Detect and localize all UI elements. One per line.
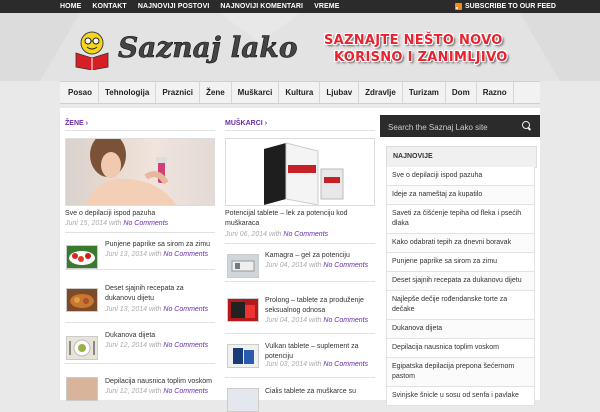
thumb-dukanova-recepti[interactable] (66, 288, 98, 312)
divider (225, 377, 375, 378)
post-title[interactable]: Prolong – tablete za produženje seksualn… (265, 296, 375, 316)
woman-photo (86, 133, 176, 205)
comments-link[interactable]: No Comments (283, 231, 328, 238)
featured-title-mid[interactable]: Potencijal tablete – lek za potenciju ko… (225, 209, 375, 229)
thumb-prolong[interactable] (227, 298, 259, 322)
thumb-kamagra[interactable] (227, 254, 259, 278)
nav-kultura[interactable]: Kultura (279, 82, 321, 103)
nav-razno[interactable]: Razno (477, 82, 514, 103)
divider (65, 322, 215, 323)
subscribe-label: SUBSCRIBE TO OUR FEED (465, 3, 556, 10)
divider (225, 243, 375, 244)
nav-tehnologija[interactable]: Tehnologija (99, 82, 157, 103)
recent-post-item[interactable]: Egipatska depilacija prepona šećernom pa… (386, 358, 535, 387)
arrow-right-icon: › (85, 120, 88, 127)
post-title[interactable]: Vulkan tablete – suplement za potenciju (265, 342, 375, 362)
topnav-najnoviji-postovi[interactable]: NAJNOVIJI POSTOVI (138, 0, 210, 13)
recent-post-item[interactable]: Svinjske šnicle u sosu od senfa i pavlak… (386, 387, 535, 406)
comments-link[interactable]: No Comments (123, 220, 168, 227)
arrow-right-icon: › (264, 120, 268, 127)
recent-post-item[interactable]: Najlepše dečije rođendanske torte za deč… (386, 291, 535, 320)
recent-post-item[interactable]: Deset sjajnih recepata za dukanovu dijet… (386, 272, 535, 291)
recent-post-item[interactable]: Dukanova dijeta (386, 320, 535, 339)
section-heading-muskarci[interactable]: MUŠKARCI › (225, 120, 267, 127)
tagline-line-2: KORISNO I ZANIMLJIVO (334, 50, 508, 65)
tagline-line-1: SAZNAJTE NEŠTO NOVO (324, 33, 503, 48)
thumb-depilacija-nausnica[interactable] (66, 377, 98, 401)
nav-dom[interactable]: Dom (446, 82, 477, 103)
featured-meta-left: Juni 15, 2014 with No Comments (65, 220, 169, 227)
divider (225, 333, 375, 334)
recent-post-item[interactable]: Saveti za čišćenje tepiha od fleka i pse… (386, 205, 535, 234)
rss-icon (455, 3, 462, 10)
divider (65, 363, 215, 364)
nav-posao[interactable]: Posao (60, 82, 100, 103)
nav-praznici[interactable]: Praznici (156, 82, 200, 103)
topnav-home[interactable]: HOME (60, 0, 81, 13)
post-title[interactable]: Deset sjajnih recepata za dukanovu dijet… (105, 284, 215, 304)
search-box (380, 115, 540, 137)
post-title[interactable]: Cialis tablete za muškarce su (265, 387, 375, 397)
recent-post-item[interactable]: Punjene paprike sa sirom za zimu (386, 253, 535, 272)
divider (65, 232, 215, 233)
featured-meta-mid: Juni 06, 2014 with No Comments (225, 231, 329, 238)
nav-muskarci[interactable]: Muškarci (232, 82, 280, 103)
divider (225, 281, 375, 282)
sidebar-heading-box: NAJNOVIJE (386, 146, 537, 168)
post-title[interactable]: Punjene paprike sa sirom za zimu (105, 240, 215, 250)
subscribe-link[interactable]: SUBSCRIBE TO OUR FEED (455, 0, 556, 13)
post-meta: Juni 13, 2014 with No Comments (105, 251, 209, 258)
thumb-dukanova-dijeta[interactable] (66, 336, 98, 360)
divider (225, 130, 375, 131)
featured-title-left[interactable]: Sve o depilaciji ispod pazuha (65, 209, 215, 219)
nav-zdravlje[interactable]: Zdravlje (359, 82, 403, 103)
recent-post-item[interactable]: Ideje za nameštaj za kupatilo (386, 186, 535, 205)
post-meta: Juni 12, 2014 with No Comments (105, 388, 209, 395)
post-title[interactable]: Dukanova dijeta (105, 331, 215, 341)
product-box-photo (226, 139, 374, 206)
recent-post-item[interactable]: Sve o depilaciji ispod pazuha (386, 167, 535, 186)
recent-post-item[interactable]: Depilacija nausnica toplim voskom (386, 339, 535, 358)
post-meta: Juni 03, 2014 with No Comments (265, 361, 369, 368)
main-navigation: Posao Tehnologija Praznici Žene Muškarci… (60, 81, 540, 104)
topnav-vreme[interactable]: VREME (314, 0, 339, 13)
thumb-vulkan[interactable] (227, 344, 259, 368)
post-meta: Juni 13, 2014 with No Comments (105, 306, 209, 313)
divider (65, 130, 215, 131)
search-input[interactable] (386, 118, 520, 136)
site-logo[interactable]: Saznaj lako (70, 27, 315, 70)
logo-text: Saznaj lako (118, 31, 298, 64)
site-tagline: SAZNAJTE NEŠTO NOVO KORISNO I ZANIMLJIVO (322, 33, 532, 69)
post-meta: Juni 12, 2014 with No Comments (105, 342, 209, 349)
post-meta: Juni 04, 2014 with No Comments (265, 317, 369, 324)
nav-ljubav[interactable]: Ljubav (320, 82, 360, 103)
top-navigation: HOME KONTAKT NAJNOVIJI POSTOVI NAJNOVIJI… (60, 0, 350, 13)
post-title[interactable]: Kamagra – gel za potenciju (265, 251, 375, 261)
featured-image-depilacija[interactable] (65, 133, 215, 206)
post-meta: Juni 04, 2014 with No Comments (265, 262, 369, 269)
divider (65, 269, 215, 270)
sidebar-heading: NAJNOVIJE (393, 153, 433, 160)
nav-zene[interactable]: Žene (200, 82, 232, 103)
nav-turizam[interactable]: Turizam (403, 82, 446, 103)
topnav-najnoviji-komentari[interactable]: NAJNOVIJI KOMENTARI (220, 0, 303, 13)
featured-image-potencijal[interactable] (225, 138, 375, 206)
thumb-cialis[interactable] (227, 388, 259, 412)
topnav-kontakt[interactable]: KONTAKT (92, 0, 126, 13)
recent-post-item[interactable]: Kako odabrati tepih za dnevni boravak (386, 234, 535, 253)
recent-posts-list: Sve o depilaciji ispod pazuha Ideje za n… (386, 167, 535, 406)
section-heading-zene[interactable]: ŽENE › (65, 120, 88, 127)
post-title[interactable]: Depilacija nausnica toplim voskom (105, 377, 215, 387)
search-icon[interactable] (522, 121, 530, 129)
thumb-punjene-paprike[interactable] (66, 245, 98, 269)
